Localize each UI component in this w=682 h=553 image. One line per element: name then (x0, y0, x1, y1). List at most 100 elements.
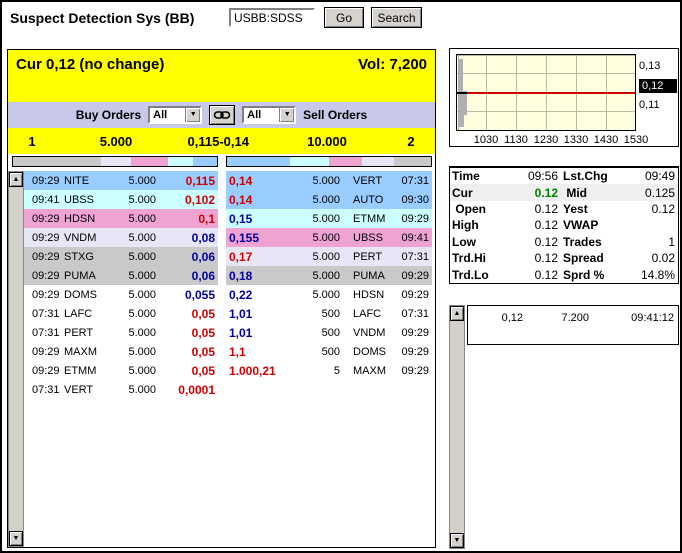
quote-info-row: High0.12VWAP (450, 217, 678, 233)
order-price: 0,14 (226, 174, 290, 188)
quote-label: Trd.Lo (450, 268, 504, 282)
ask-row[interactable]: 0,175.000PERT07:31 (226, 247, 432, 266)
buy-orders-label: Buy Orders (76, 108, 141, 122)
order-time: 09:29 (24, 232, 64, 244)
quote-label: High (450, 218, 504, 232)
go-button[interactable]: Go (324, 7, 364, 28)
ask-row[interactable]: 0,145.000VERT07:31 (226, 171, 432, 190)
quote-label: Trd.Hi (450, 251, 504, 265)
quote-info-row: Low0.12Trades1 (450, 234, 678, 250)
ask-row[interactable]: 0,155.000ETMM09:29 (226, 209, 432, 228)
participant-name: VNDM (64, 232, 112, 244)
buy-depth-bar (12, 156, 218, 167)
order-price: 0,17 (226, 250, 290, 264)
participant-name: UBSS (346, 232, 392, 244)
symbol-input[interactable] (229, 8, 315, 27)
ask-row[interactable]: 1,01500LAFC07:31 (226, 304, 432, 323)
order-time: 09:29 (24, 270, 64, 282)
order-book-scrollbar[interactable]: ▲ ▼ (8, 171, 24, 547)
bid-row[interactable]: 07:31PERT5.0000,05 (24, 323, 218, 342)
chevron-down-icon[interactable]: ▼ (185, 108, 200, 122)
sell-depth-bar (226, 156, 432, 167)
bid-row[interactable]: 09:29NITE5.0000,115 (24, 171, 218, 190)
ask-row[interactable]: 0,185.000PUMA09:29 (226, 266, 432, 285)
participant-name: VNDM (346, 327, 392, 339)
depth-bar-segment (329, 157, 362, 166)
ask-row[interactable]: 0,1555.000UBSS09:41 (226, 228, 432, 247)
quote-label: Mid (558, 186, 620, 200)
x-axis-tick: 1430 (591, 134, 621, 146)
quote-value: 0.12 (620, 202, 678, 216)
trades-scrollbar[interactable]: ▲ ▼ (449, 305, 465, 549)
chevron-down-icon[interactable]: ▼ (279, 108, 294, 122)
y-axis-tick: 0,11 (639, 99, 660, 111)
bid-row[interactable]: 09:29ETMM5.0000,05 (24, 361, 218, 380)
quote-info-row: Trd.Hi0.12Spread0.02 (450, 250, 678, 266)
order-time: 09:29 (24, 251, 64, 263)
bid-row[interactable]: 09:29VNDM5.0000,08 (24, 228, 218, 247)
quote-value: 0.12 (504, 251, 558, 265)
order-time: 09:29 (24, 365, 64, 377)
order-time: 07:31 (24, 327, 64, 339)
bid-table: 09:29NITE5.0000,11509:41UBSS5.0000,10209… (24, 171, 218, 399)
order-price: 0,14 (226, 193, 290, 207)
bid-row[interactable]: 09:29PUMA5.0000,06 (24, 266, 218, 285)
best-bid-ask-row: 1 5.000 0,115 - 0,14 10.000 2 (8, 128, 435, 154)
volume-profile-bar (458, 115, 464, 127)
ask-row[interactable]: 1,1500DOMS09:29 (226, 342, 432, 361)
depth-bar-segment (13, 157, 101, 166)
search-button[interactable]: Search (371, 7, 422, 28)
quote-value: 0.12 (504, 235, 558, 249)
order-time: 09:29 (392, 213, 432, 225)
participant-name: VERT (64, 384, 112, 396)
order-qty: 5.000 (290, 289, 346, 301)
order-price: 0,05 (166, 364, 218, 378)
order-qty: 5.000 (112, 175, 166, 187)
ask-row[interactable]: 0,145.000AUTO09:30 (226, 190, 432, 209)
x-axis-tick: 1230 (531, 134, 561, 146)
order-price: 0,0001 (166, 383, 218, 397)
participant-name: HDSN (64, 213, 112, 225)
scroll-down-icon[interactable]: ▼ (450, 533, 464, 548)
volume-profile-bar (458, 59, 463, 91)
x-axis-tick: 1030 (471, 134, 501, 146)
order-time: 07:31 (24, 308, 64, 320)
order-price: 1,01 (226, 326, 290, 340)
order-price: 0,22 (226, 288, 290, 302)
order-price: 0,115 (166, 174, 218, 188)
order-price: 0,102 (166, 193, 218, 207)
scroll-up-icon[interactable]: ▲ (9, 172, 23, 187)
bid-row[interactable]: 07:31VERT5.0000,0001 (24, 380, 218, 399)
ask-row[interactable]: 1,01500VNDM09:29 (226, 323, 432, 342)
buy-order-count: 1 (8, 134, 56, 149)
scroll-down-icon[interactable]: ▼ (9, 531, 23, 546)
scroll-up-icon[interactable]: ▲ (450, 306, 464, 321)
quote-label: Low (450, 235, 504, 249)
ask-row[interactable]: 1.000,215MAXM09:29 (226, 361, 432, 380)
ask-row[interactable]: 0,225.000HDSN09:29 (226, 285, 432, 304)
trade-row[interactable]: 0,127.20009:41:12 (468, 309, 678, 326)
sell-filter-select[interactable]: All ▼ (242, 106, 296, 124)
depth-bar-segment (193, 157, 217, 166)
bid-row[interactable]: 09:29DOMS5.0000,055 (24, 285, 218, 304)
ask-table: 0,145.000VERT07:310,145.000AUTO09:300,15… (226, 171, 432, 380)
link-buy-sell-button[interactable] (209, 105, 235, 125)
bid-row[interactable]: 09:29HDSN5.0000,1 (24, 209, 218, 228)
bid-row[interactable]: 09:29STXG5.0000,06 (24, 247, 218, 266)
ticker-header: Cur 0,12 (no change) Vol: 7,200 (8, 50, 435, 102)
order-price: 0,155 (226, 231, 290, 245)
participant-name: AUTO (346, 194, 392, 206)
buy-filter-select[interactable]: All ▼ (148, 106, 202, 124)
participant-name: DOMS (64, 289, 112, 301)
quote-label: Cur (450, 186, 504, 200)
bid-row[interactable]: 09:29MAXM5.0000,05 (24, 342, 218, 361)
bid-row[interactable]: 09:41UBSS5.0000,102 (24, 190, 218, 209)
quote-value: 09:56 (504, 169, 558, 183)
order-qty: 5.000 (112, 194, 166, 206)
volume-text: Vol: 7,200 (358, 56, 427, 73)
bid-row[interactable]: 07:31LAFC5.0000,05 (24, 304, 218, 323)
order-qty: 5.000 (290, 213, 346, 225)
participant-name: STXG (64, 251, 112, 263)
order-time: 09:29 (24, 346, 64, 358)
order-qty: 5.000 (290, 232, 346, 244)
